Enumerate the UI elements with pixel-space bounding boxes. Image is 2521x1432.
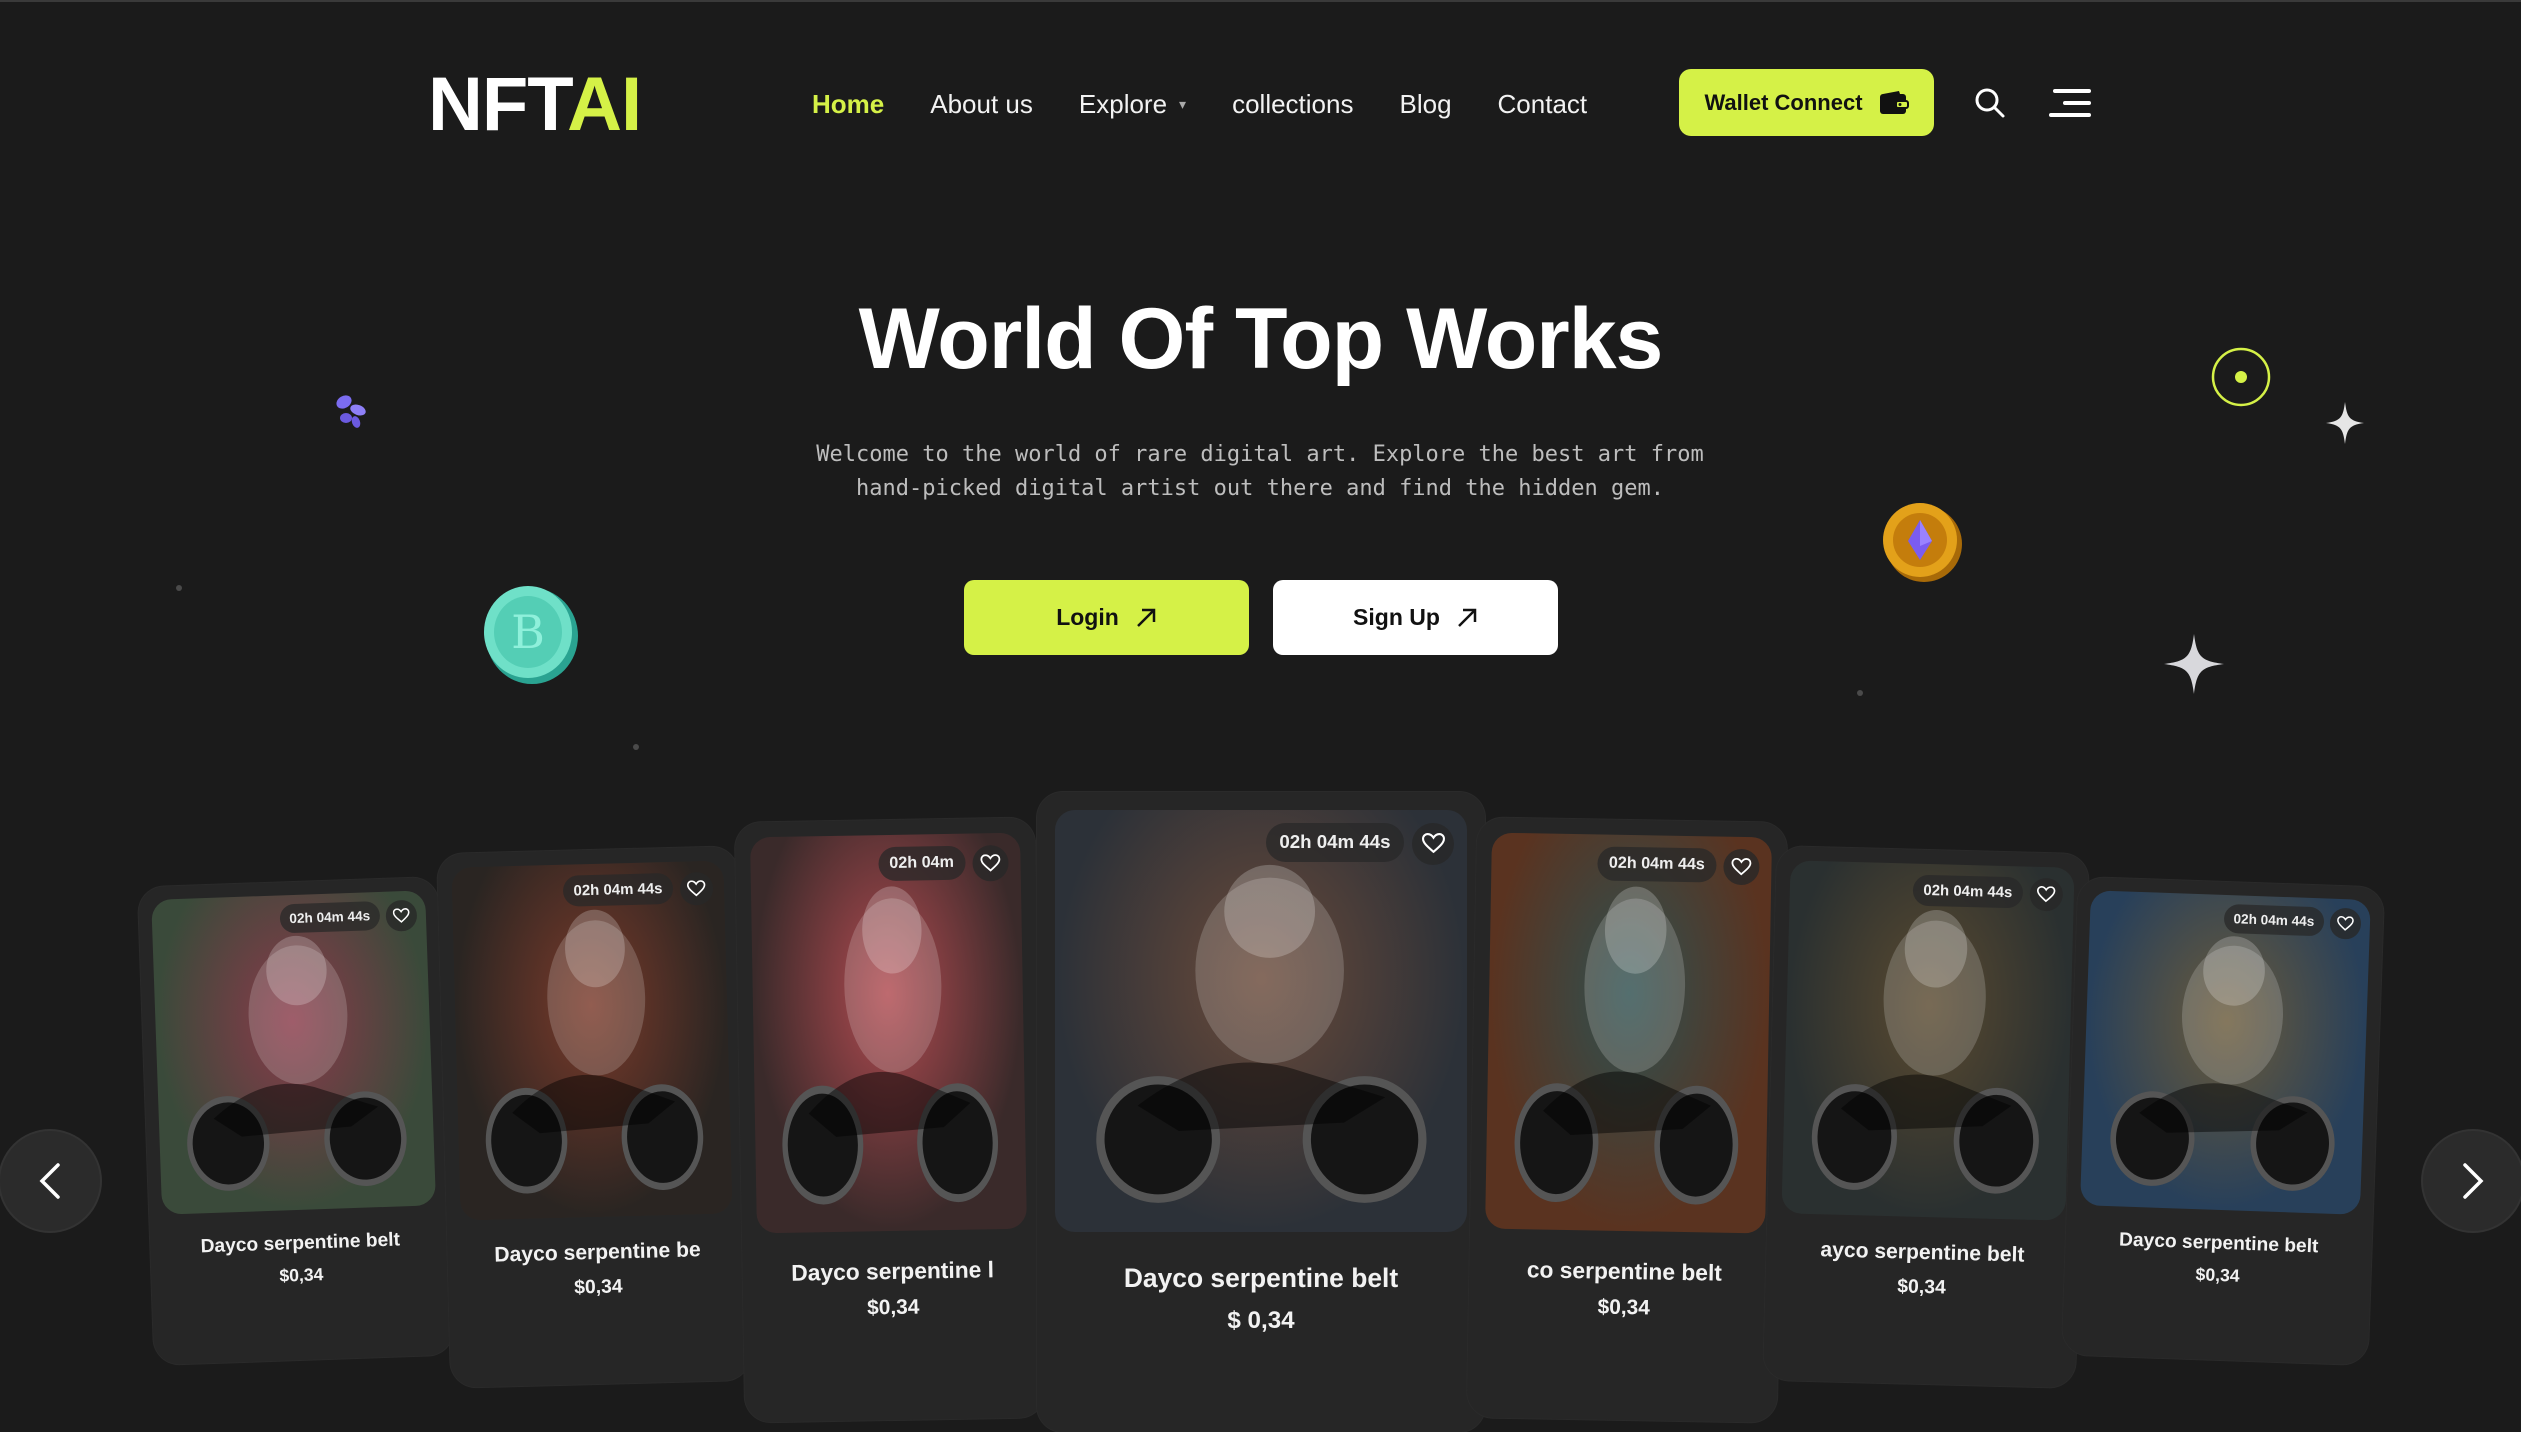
nft-price: $0,34 — [279, 1263, 324, 1286]
nft-card[interactable]: 02h 04m 44s co serpentine belt $0,34 — [1466, 817, 1788, 1423]
nft-name: Dayco serpentine belt — [1123, 1262, 1399, 1293]
nft-name: Dayco serpentine be — [494, 1238, 702, 1267]
wallet-connect-button[interactable]: Wallet Connect — [1679, 69, 1934, 136]
nft-price: $0,34 — [1597, 1295, 1651, 1320]
nav-home[interactable]: Home — [812, 89, 884, 120]
countdown-timer: 02h 04m 44s — [1597, 846, 1717, 883]
svg-text:B: B — [511, 605, 545, 659]
nav-blog[interactable]: Blog — [1399, 89, 1451, 120]
nft-card[interactable]: 02h 04m 44s Dayco serpentine belt $0,34 — [137, 876, 455, 1366]
window-top-border — [0, 0, 2521, 2]
chevron-down-icon: ▾ — [1179, 95, 1187, 112]
nft-image[interactable] — [150, 890, 437, 1215]
hero-subtitle: Welcome to the world of rare digital art… — [760, 438, 1760, 506]
nft-image[interactable] — [2079, 890, 2371, 1216]
nft-card[interactable]: 02h 04m 44s ayco serpentine belt $0,34 — [1763, 846, 2089, 1388]
wallet-connect-label: Wallet Connect — [1704, 89, 1863, 115]
carousel-next-button[interactable] — [2423, 1131, 2521, 1231]
target-circle-icon — [2211, 347, 2271, 407]
nav-collections[interactable]: collections — [1232, 89, 1353, 120]
ethereum-coin-icon — [1883, 503, 1962, 582]
nft-name: Dayco serpentine belt — [200, 1229, 401, 1258]
nft-name: co serpentine belt — [1526, 1256, 1723, 1286]
nav-explore[interactable]: Explore ▾ — [1079, 89, 1186, 120]
decorative-dot — [176, 585, 182, 591]
login-button[interactable]: Login — [964, 580, 1249, 655]
nft-image[interactable] — [1054, 809, 1468, 1232]
carousel-prev-button[interactable] — [0, 1131, 100, 1231]
nft-name: ayco serpentine belt — [1820, 1238, 2025, 1267]
hero-subtitle-line2: hand-picked digital artist out there and… — [856, 476, 1664, 501]
countdown-timer: 02h 04m 44s — [562, 872, 674, 907]
heart-icon[interactable] — [1412, 822, 1455, 865]
nav-contact[interactable]: Contact — [1498, 89, 1588, 120]
logo-main: NFT — [428, 62, 568, 147]
nft-card[interactable]: 02h 04m 44s Dayco serpentine be $0,34 — [437, 846, 751, 1388]
arrow-up-right-icon — [1458, 608, 1477, 627]
nft-price: $0,34 — [573, 1275, 623, 1299]
nav-explore-label: Explore — [1078, 88, 1168, 119]
heart-icon[interactable] — [385, 900, 418, 932]
bitcoin-coin-icon: B — [484, 586, 578, 684]
sparkle-icon — [2326, 402, 2364, 444]
chevron-right-icon — [2463, 1163, 2484, 1199]
nft-card[interactable]: 02h 04m 44s Dayco serpentine belt $ 0,34 — [1037, 792, 1485, 1432]
signup-label: Sign Up — [1353, 604, 1440, 630]
countdown-timer: 02h 04m — [877, 845, 966, 881]
logo[interactable]: NFTAI — [428, 60, 642, 150]
main-nav: Home About us Explore ▾ collections Blog … — [812, 84, 1633, 124]
heart-icon[interactable] — [2329, 908, 2362, 940]
nft-image[interactable] — [1781, 860, 2075, 1221]
countdown-timer: 02h 04m 44s — [2223, 904, 2325, 937]
countdown-timer: 02h 04m 44s — [1912, 874, 2024, 909]
nft-price: $0,34 — [1897, 1275, 1947, 1299]
decorative-dot — [1857, 690, 1863, 696]
login-label: Login — [1056, 604, 1119, 630]
nft-card[interactable]: 02h 04m Dayco serpentine l $0,34 — [734, 817, 1046, 1423]
signup-button[interactable]: Sign Up — [1273, 580, 1558, 655]
nft-price: $0,34 — [866, 1295, 920, 1320]
nft-name: Dayco serpentine belt — [2118, 1229, 2319, 1258]
logo-accent: AI — [567, 62, 642, 147]
chevron-left-icon — [39, 1163, 60, 1199]
wallet-icon — [1879, 90, 1909, 114]
sparkle-icon — [2164, 634, 2224, 694]
butterfly-icon — [336, 395, 366, 428]
arrow-up-right-icon — [1136, 608, 1156, 627]
nft-price: $0,34 — [2195, 1263, 2240, 1286]
search-icon[interactable] — [1973, 86, 2007, 120]
nft-name: Dayco serpentine l — [791, 1256, 995, 1286]
nft-image[interactable] — [451, 860, 733, 1221]
nft-card[interactable]: 02h 04m 44s Dayco serpentine belt $0,34 — [2061, 876, 2385, 1366]
nft-image[interactable] — [1485, 832, 1772, 1234]
menu-icon[interactable] — [2049, 86, 2091, 120]
nft-image[interactable] — [750, 832, 1027, 1234]
hero-title: World Of Top Works — [858, 291, 1664, 387]
nft-price: $ 0,34 — [1227, 1306, 1295, 1334]
nav-about[interactable]: About us — [930, 89, 1033, 120]
countdown-timer: 02h 04m 44s — [1266, 822, 1404, 863]
decorative-dot — [633, 744, 639, 750]
hero-subtitle-line1: Welcome to the world of rare digital art… — [816, 442, 1704, 467]
countdown-timer: 02h 04m 44s — [279, 901, 381, 934]
